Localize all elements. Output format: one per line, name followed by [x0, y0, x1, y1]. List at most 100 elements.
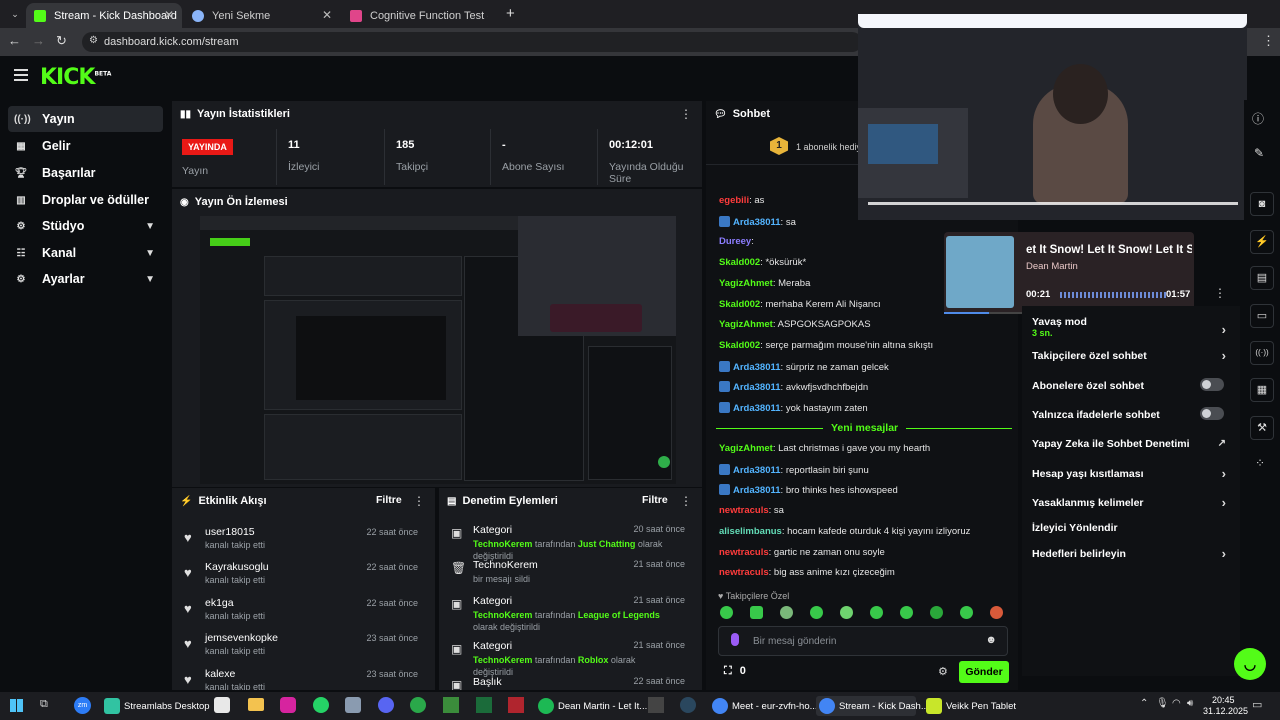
- more-options-icon[interactable]: ⋮: [1214, 286, 1226, 300]
- tab-list-chevron-icon[interactable]: ⌄: [6, 6, 24, 22]
- chat-username[interactable]: newtraculs: [719, 567, 769, 578]
- chat-username[interactable]: Skald002: [719, 299, 760, 310]
- channel-points[interactable]: ⛶ 0: [724, 665, 746, 678]
- sidebar-item-studyo[interactable]: ⚙ Stüdyo ▼: [8, 213, 163, 239]
- more-options-icon[interactable]: ⋮: [680, 494, 692, 508]
- site-info-icon[interactable]: ⚙: [89, 35, 98, 46]
- forward-icon[interactable]: →: [32, 33, 45, 48]
- app-icon[interactable]: [648, 697, 664, 713]
- emote-icon[interactable]: [840, 606, 853, 619]
- chat-username[interactable]: Arda38011: [733, 217, 781, 228]
- clock-date[interactable]: 31.12.2025: [1203, 706, 1248, 716]
- back-icon[interactable]: ←: [8, 33, 21, 48]
- chat-settings-icon[interactable]: ⚙: [938, 665, 948, 678]
- chat-username[interactable]: Skald002: [719, 340, 760, 351]
- volume-icon[interactable]: 🔊︎: [1187, 698, 1193, 709]
- sidebar-item-kanal[interactable]: ☷ Kanal ▼: [8, 240, 163, 266]
- whatsapp-icon[interactable]: [313, 697, 329, 713]
- followers-chat-row[interactable]: Takipçilere özel sohbet ›: [1032, 348, 1232, 363]
- info-icon[interactable]: ⓘ: [1252, 110, 1264, 127]
- subs-chat-toggle[interactable]: [1200, 378, 1224, 391]
- sidebar-item-gelir[interactable]: ▦ Gelir: [8, 133, 163, 159]
- redirect-viewers-row[interactable]: İzleyici Yönlendir: [1032, 522, 1232, 534]
- chat-username[interactable]: Arda38011: [733, 485, 781, 496]
- xbox-icon[interactable]: [410, 697, 426, 713]
- discord-icon[interactable]: [378, 697, 394, 713]
- help-chat-button[interactable]: ◡: [1234, 648, 1266, 680]
- sidebar-item-ayarlar[interactable]: ⚙ Ayarlar ▼: [8, 266, 163, 292]
- chat-username[interactable]: Dureey: [719, 236, 751, 247]
- new-tab-icon[interactable]: +: [506, 5, 515, 22]
- close-tab-icon[interactable]: ✕: [322, 8, 332, 22]
- steam-icon[interactable]: [680, 697, 696, 713]
- wifi-icon[interactable]: ◠: [1172, 698, 1181, 709]
- chat-username[interactable]: Skald002: [719, 257, 760, 268]
- more-options-icon[interactable]: ⋮: [680, 107, 692, 121]
- reload-icon[interactable]: ↻: [56, 33, 67, 49]
- chat-username[interactable]: Arda38011: [733, 382, 781, 393]
- sidebar-item-droplar[interactable]: ▥ Droplar ve ödüller: [8, 187, 163, 213]
- taskbar-app-meet[interactable]: Meet - eur-zvfn-ho...: [712, 696, 818, 716]
- close-tab-icon[interactable]: ✕: [164, 8, 174, 22]
- chat-username[interactable]: Arda38011: [733, 362, 781, 373]
- taskbar-app-spotify[interactable]: Dean Martin - Let It...: [538, 696, 647, 716]
- emote-icon[interactable]: [960, 606, 973, 619]
- microphone-icon[interactable]: 🎙︎: [1156, 698, 1169, 709]
- zoom-icon[interactable]: zm: [74, 697, 91, 714]
- emote-icon[interactable]: [900, 606, 913, 619]
- start-icon[interactable]: [10, 699, 23, 712]
- chat-username[interactable]: newtraculs: [719, 505, 769, 516]
- chat-username[interactable]: YagizAhmet: [719, 319, 773, 330]
- chat-username[interactable]: YagizAhmet: [719, 443, 773, 454]
- emote-chat-toggle[interactable]: [1200, 407, 1224, 420]
- notes-icon[interactable]: ▤: [1250, 266, 1274, 290]
- app-icon[interactable]: [508, 697, 524, 713]
- notifications-icon[interactable]: ▭: [1252, 698, 1262, 711]
- file-explorer-icon[interactable]: [248, 698, 264, 711]
- emote-icon[interactable]: [870, 606, 883, 619]
- layout-icon[interactable]: ▦: [1250, 378, 1274, 402]
- send-button[interactable]: Gönder: [959, 661, 1009, 683]
- taskbar-app-veikk[interactable]: Veikk Pen Tablet: [926, 696, 1016, 716]
- broadcast-icon[interactable]: ((·)): [1250, 341, 1274, 365]
- kick-logo[interactable]: KICKBETA: [40, 65, 111, 90]
- tray-arrow-icon[interactable]: ⌃: [1140, 698, 1148, 709]
- webcam-overlay[interactable]: [858, 14, 1247, 220]
- chat-username[interactable]: Arda38011: [733, 465, 781, 476]
- taskbar-app-kick[interactable]: Stream - Kick Dash...: [816, 696, 929, 716]
- tab-kick-dashboard[interactable]: Stream - Kick Dashboard ✕: [26, 3, 182, 28]
- emote-icon[interactable]: [810, 606, 823, 619]
- chat-username[interactable]: newtraculs: [719, 547, 769, 558]
- emoji-icon[interactable]: ☻: [985, 634, 997, 646]
- emote-icon[interactable]: [720, 606, 733, 619]
- clock-time[interactable]: 20:45: [1212, 695, 1235, 705]
- chat-input[interactable]: Bir mesaj gönderin ☻: [718, 626, 1008, 656]
- account-age-row[interactable]: Hesap yaşı kısıtlaması ›: [1032, 466, 1232, 481]
- sidebar-item-yayin[interactable]: ((·)) Yayın: [8, 106, 163, 132]
- chat-bubble-icon[interactable]: ▭: [1250, 304, 1274, 328]
- chat-username[interactable]: egebili: [719, 195, 749, 206]
- pencil-icon[interactable]: ✎: [1254, 146, 1264, 160]
- chat-username[interactable]: Arda38011: [733, 403, 781, 414]
- app-icon[interactable]: [345, 697, 361, 713]
- browser-menu-icon[interactable]: ⋮: [1262, 33, 1275, 49]
- emote-icon[interactable]: [780, 606, 793, 619]
- hamburger-menu-icon[interactable]: [14, 69, 28, 81]
- set-goals-row[interactable]: Hedefleri belirleyin ›: [1032, 546, 1232, 561]
- flash-icon[interactable]: ⚡: [1250, 230, 1274, 254]
- sidebar-item-basarilar[interactable]: 🏆︎ Başarılar: [8, 160, 163, 186]
- moderation-filter-button[interactable]: Filtre: [642, 494, 668, 506]
- emote-icon[interactable]: [750, 606, 763, 619]
- slow-mode-row[interactable]: Yavaş mod 3 sn. ›: [1032, 316, 1232, 338]
- task-view-icon[interactable]: ⧉: [40, 698, 48, 711]
- microphone-icon[interactable]: [731, 633, 739, 646]
- app-icon[interactable]: [476, 697, 492, 713]
- url-bar[interactable]: ⚙ dashboard.kick.com/stream: [82, 32, 862, 52]
- taskbar-icon[interactable]: [214, 697, 230, 713]
- banned-words-row[interactable]: Yasaklanmış kelimeler ›: [1032, 495, 1232, 510]
- camera-icon[interactable]: ◙: [1250, 192, 1274, 216]
- ai-moderation-row[interactable]: Yapay Zeka ile Sohbet Denetimi ↗: [1032, 438, 1232, 450]
- stream-preview-video[interactable]: [200, 216, 676, 484]
- chat-username[interactable]: YagizAhmet: [719, 278, 773, 289]
- more-options-icon[interactable]: ⋮: [413, 494, 425, 508]
